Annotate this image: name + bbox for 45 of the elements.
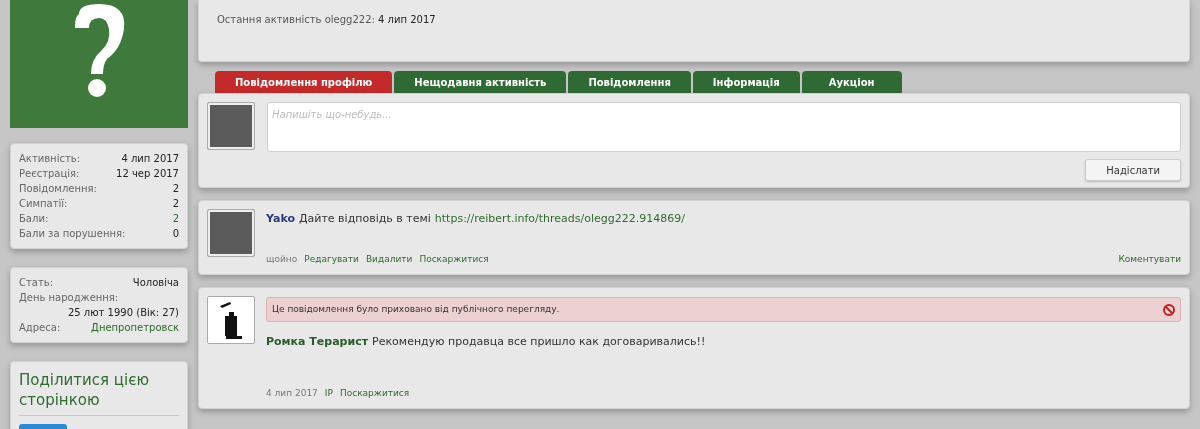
author-link[interactable]: Yako: [266, 211, 295, 228]
field-value[interactable]: 2: [172, 211, 179, 226]
field-value: 12 чер 2017: [116, 167, 179, 181]
author-link[interactable]: Ромка Терарист: [266, 334, 369, 351]
field-label: Активність:: [19, 152, 80, 166]
message-input[interactable]: Напишіть що-небудь...: [267, 102, 1181, 152]
comment-link[interactable]: Коментувати: [1118, 252, 1181, 266]
tab[interactable]: Нещодавня активність: [394, 71, 567, 93]
send-button[interactable]: Надіслати: [1085, 159, 1181, 181]
action-link[interactable]: Редагувати: [304, 252, 359, 266]
tab[interactable]: Повідомлення: [568, 71, 691, 93]
field-value: 25 лют 1990 (Вік: 27): [67, 306, 179, 320]
field-value: 4 лип 2017: [121, 152, 179, 166]
post-date: щойно: [266, 252, 298, 266]
post-text: Дайте відповідь в темі: [298, 211, 431, 227]
tab[interactable]: Повідомлення профілю: [215, 71, 393, 93]
action-link[interactable]: Видалити: [365, 252, 413, 266]
tab[interactable]: Аукціон: [801, 71, 902, 93]
field-label: Повідомлення:: [19, 182, 97, 196]
thread-link[interactable]: https://reibert.info/threads/olegg222.914869/: [434, 211, 685, 228]
field-value[interactable]: Днепропетровск: [91, 320, 179, 335]
field-value: 2: [172, 197, 179, 211]
hidden-notice-text: Це повідомлення було приховано від публічного перегляду.: [272, 302, 560, 316]
tab[interactable]: Інформація: [692, 71, 800, 93]
post-text: Рекомендую продавца все пришло как договаривались!!: [372, 334, 706, 350]
share-heading: Поділитися цією сторінкою: [19, 370, 179, 416]
field-label: Бали за порушення:: [19, 227, 126, 241]
avatar-image[interactable]: [207, 296, 255, 344]
field-label: Бали:: [19, 212, 49, 226]
field-label: Стать:: [19, 276, 54, 290]
action-link[interactable]: Поскаржитися: [339, 386, 410, 400]
action-link[interactable]: IP: [324, 386, 333, 400]
field-label: День народження:: [19, 291, 120, 305]
avatar-photo-placeholder[interactable]: [207, 102, 255, 150]
field-label: Адреса:: [19, 321, 61, 335]
field-value: 2: [172, 182, 179, 196]
field-label: Реєстрація:: [19, 167, 80, 181]
last-activity-text: Остання активність olegg222: 4 лип 2017: [217, 13, 436, 27]
action-link[interactable]: Поскаржитися: [419, 252, 489, 266]
field-value: Чоловіча: [132, 276, 179, 290]
blocked-icon: [1163, 303, 1175, 316]
avatar-photo-placeholder[interactable]: [207, 209, 255, 257]
post-date: 4 лип 2017: [266, 386, 318, 400]
field-label: Симпатії:: [19, 197, 68, 211]
field-value: 0: [172, 227, 179, 241]
